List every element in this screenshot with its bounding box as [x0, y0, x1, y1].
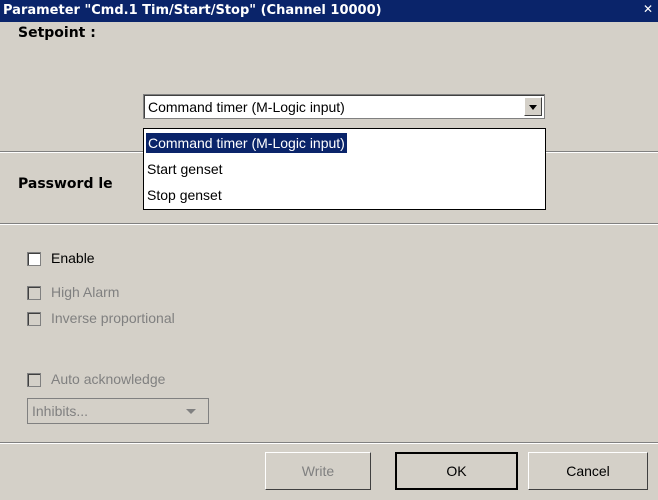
divider: [0, 223, 658, 225]
setpoint-label: Setpoint :: [18, 25, 96, 41]
password-level-label: Password le: [18, 176, 113, 192]
auto-acknowledge-checkbox: [27, 373, 41, 387]
setpoint-dropdown-list: Command timer (M-Logic input) Start gens…: [143, 128, 546, 210]
high-alarm-label: High Alarm: [51, 284, 120, 300]
setpoint-selected-value: Command timer (M-Logic input): [148, 99, 345, 115]
setpoint-dropdown-button[interactable]: [524, 97, 542, 116]
chevron-down-icon: [529, 104, 537, 110]
dropdown-option-stop-genset[interactable]: Stop genset: [147, 185, 222, 205]
divider: [0, 442, 658, 444]
title-bar: Parameter "Cmd.1 Tim/Start/Stop" (Channe…: [0, 0, 658, 22]
window-title: Parameter "Cmd.1 Tim/Start/Stop" (Channe…: [3, 3, 382, 18]
setpoint-select[interactable]: Command timer (M-Logic input): [143, 94, 545, 119]
cancel-button[interactable]: Cancel: [528, 452, 648, 490]
high-alarm-checkbox: [27, 286, 41, 300]
dropdown-option-start-genset[interactable]: Start genset: [147, 159, 223, 179]
close-icon[interactable]: ✕: [642, 3, 654, 15]
enable-checkbox[interactable]: [27, 252, 41, 266]
ok-button[interactable]: OK: [395, 452, 518, 490]
inverse-proportional-label: Inverse proportional: [51, 310, 175, 326]
inhibits-value: Inhibits...: [32, 403, 89, 419]
write-button: Write: [265, 452, 371, 490]
auto-acknowledge-label: Auto acknowledge: [51, 371, 166, 387]
enable-label: Enable: [51, 250, 95, 266]
dropdown-option-command-timer[interactable]: Command timer (M-Logic input): [146, 133, 347, 153]
inhibits-select: Inhibits...: [27, 398, 209, 424]
inverse-proportional-checkbox: [27, 312, 41, 326]
chevron-down-icon: [186, 409, 196, 414]
